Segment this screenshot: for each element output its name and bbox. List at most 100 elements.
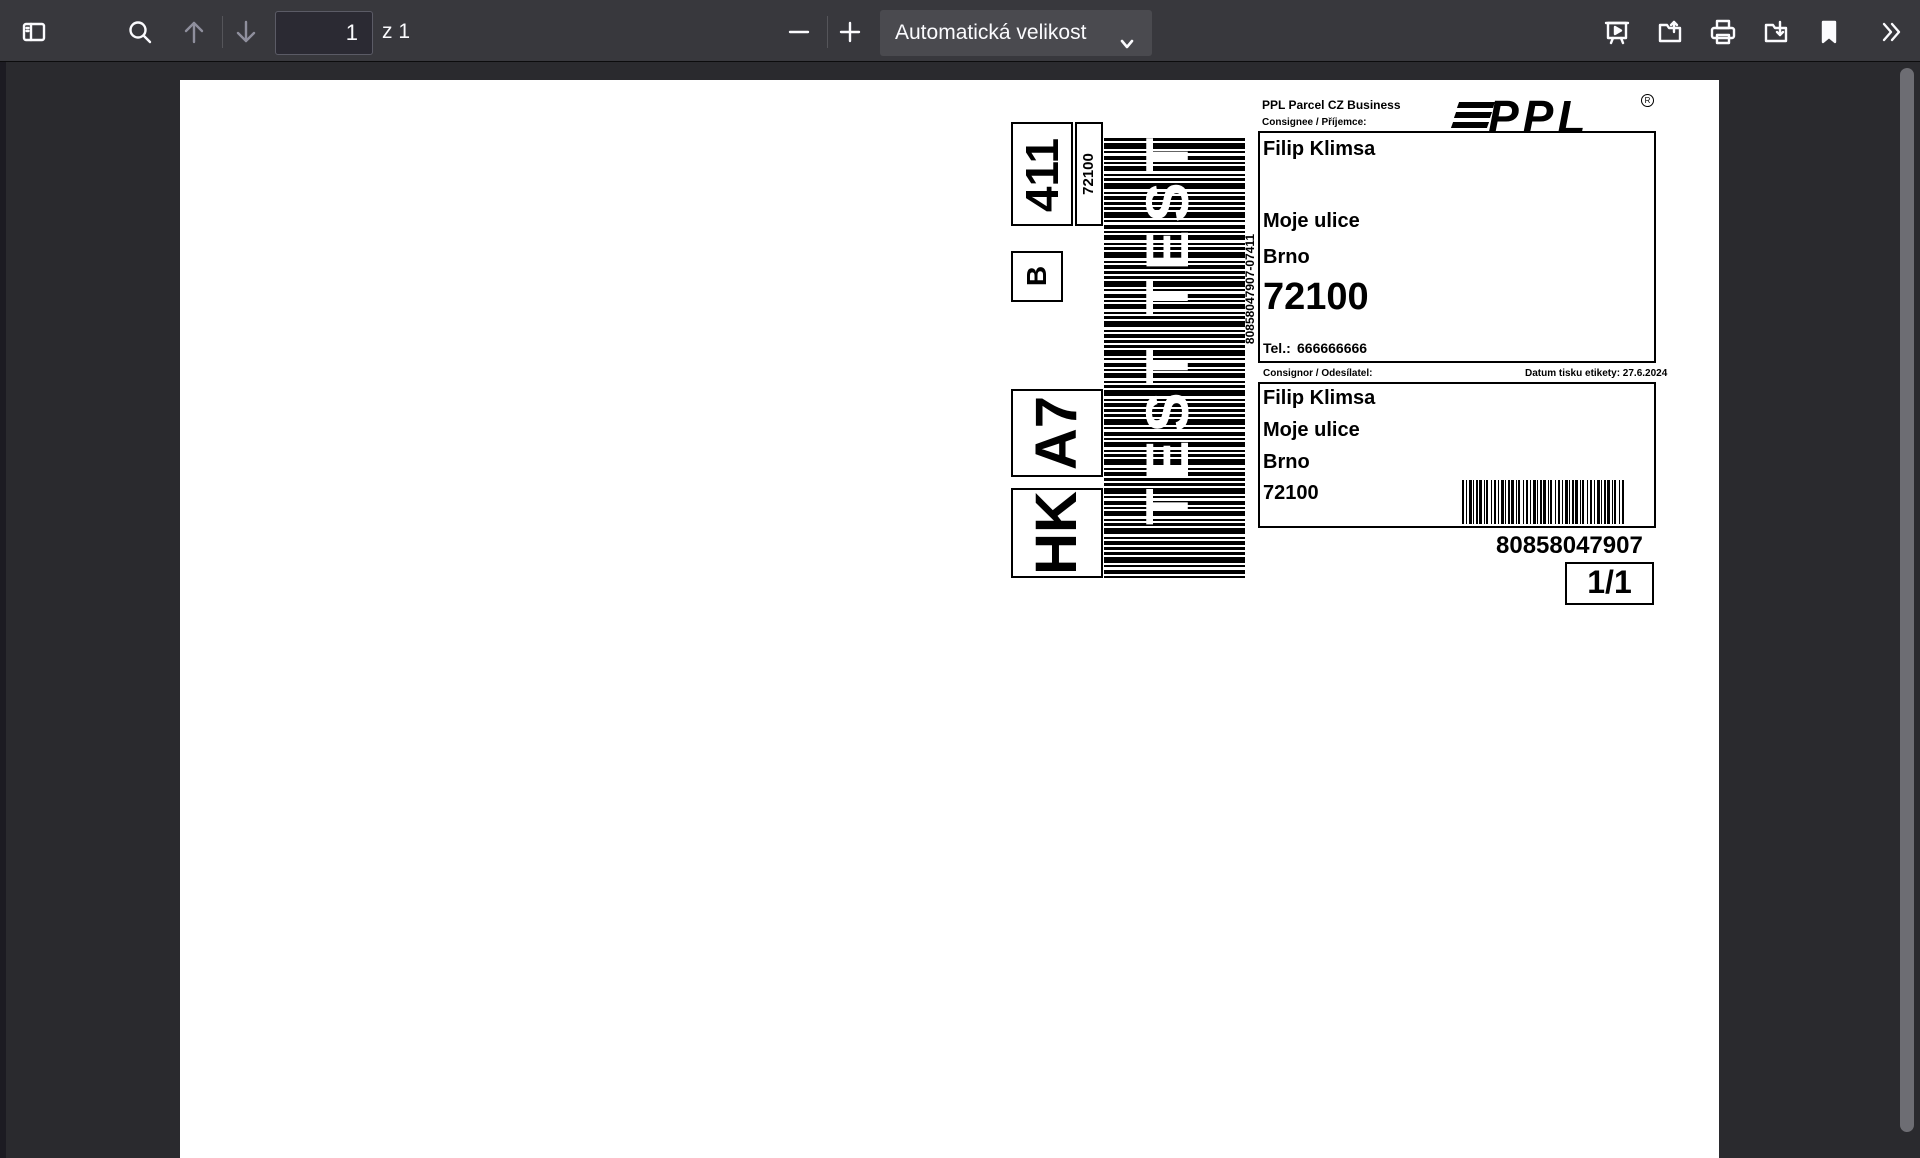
double-chevron-right-icon [1882,22,1901,42]
download-icon [1764,20,1788,43]
print-date: Datum tisku etikety: 27.6.2024 [1525,368,1668,379]
next-page-button[interactable] [226,12,266,52]
test-watermark: TEST TEST [1134,129,1201,525]
sidebar-toggle-button[interactable] [14,12,54,52]
barcode-bar [1572,480,1574,524]
barcode-bar [1537,480,1538,524]
bookmark-button[interactable] [1809,12,1849,52]
barcode-bar [1494,480,1496,524]
barcode-bar [1491,480,1492,524]
barcode-bar [1619,480,1620,524]
open-file-icon [1658,20,1682,43]
sidebar-edge [0,62,6,1158]
barcode-bar [1565,480,1568,524]
consignee-box [1258,131,1656,363]
toolbar-separator [827,16,828,48]
barcode-bar [1594,480,1595,524]
barcode-bar [1501,480,1504,524]
consignor-header: Consignor / Odesílatel: [1263,368,1373,379]
download-button[interactable] [1756,12,1796,52]
barcode-bar [1622,480,1624,524]
barcode-bar [1466,480,1467,524]
barcode-bar [1562,480,1563,524]
route-letter: B [1021,265,1052,287]
ppl-logo: PPL R [1450,91,1654,143]
pdf-page: PPL Parcel CZ Business Consignee / Příje… [180,80,1719,1158]
barcode-bar [1597,480,1600,524]
barcode-bar [1530,480,1531,524]
open-file-button[interactable] [1650,12,1690,52]
consignee-phone-label: Tel.: [1263,340,1291,356]
carrier-line: PPL Parcel CZ Business [1262,98,1401,112]
tools-menu-button[interactable] [1872,12,1912,52]
zoom-in-button[interactable] [830,12,870,52]
barcode-bar [1104,557,1245,563]
barcode-bar [1462,480,1464,524]
barcode-bar [1505,480,1506,524]
barcode-bar [1587,480,1588,524]
page-number-input[interactable] [275,11,373,55]
consignor-name: Filip Klimsa [1263,387,1376,409]
consignor-street: Moje ulice [1263,419,1360,441]
consignee-city: Brno [1263,246,1310,268]
search-icon [129,21,152,44]
consignee-name: Filip Klimsa [1263,138,1376,160]
registered-mark-icon: R [1641,94,1654,107]
barcode-bar [1469,480,1472,524]
previous-page-button[interactable] [174,12,214,52]
barcode-bar [1104,541,1245,545]
presentation-icon [1604,21,1630,45]
barcode-bar [1484,480,1485,524]
barcode-bar [1518,480,1520,524]
barcode-bar [1582,480,1584,524]
plus-icon [839,21,861,43]
presentation-mode-button[interactable] [1597,12,1637,52]
barcode-bar [1533,480,1536,524]
zoom-select[interactable]: Automatická velikost [880,10,1152,56]
barcode-bar [1580,480,1581,524]
barcode-bar [1601,480,1602,524]
zoom-select-value: Automatická velikost [895,21,1087,44]
barcode-bar [1498,480,1499,524]
search-button[interactable] [120,12,160,52]
barcode-bar [1540,480,1542,524]
print-icon [1710,19,1736,45]
region-code: HK [1024,491,1089,575]
barcode-bar [1614,480,1616,524]
toolbar-separator [222,16,223,48]
barcode-bar [1104,565,1245,567]
page-total-label: z 1 [382,20,411,43]
barcode-bar [1104,537,1245,539]
sidebar-toggle-icon [22,22,46,42]
barcode-bar [1526,480,1528,524]
package-count: 1/1 [1587,564,1632,600]
route-zip: 72100 [1080,153,1097,195]
barcode-bar [1550,480,1552,524]
arrow-down-icon [236,20,256,43]
barcode-bar [1479,480,1482,524]
zoom-out-button[interactable] [779,12,819,52]
barcode-bar [1516,480,1517,524]
consignor-zip: 72100 [1263,482,1319,504]
print-button[interactable] [1703,12,1743,52]
barcode-bar [1473,480,1474,524]
consignee-zip: 72100 [1263,276,1369,318]
barcode-bar [1104,547,1245,550]
barcode-bar [1486,480,1488,524]
barcode-bar [1548,480,1549,524]
depot-code: A7 [1024,395,1089,471]
barcode-bar [1604,480,1606,524]
barcode-bar [1104,576,1245,578]
minus-icon [788,30,810,34]
barcode-bar [1569,480,1570,524]
bookmark-icon [1821,20,1837,44]
barcode-bar [1508,480,1510,524]
vertical-scrollbar[interactable] [1900,68,1914,1132]
barcode-bar [1558,480,1560,524]
barcode-bar [1476,480,1478,524]
consignee-phone: 666666666 [1297,340,1368,356]
parcel-barcode-small [1462,480,1624,524]
barcode-bar [1511,480,1514,524]
chevron-down-icon [1118,24,1136,49]
arrow-up-icon [184,21,204,44]
